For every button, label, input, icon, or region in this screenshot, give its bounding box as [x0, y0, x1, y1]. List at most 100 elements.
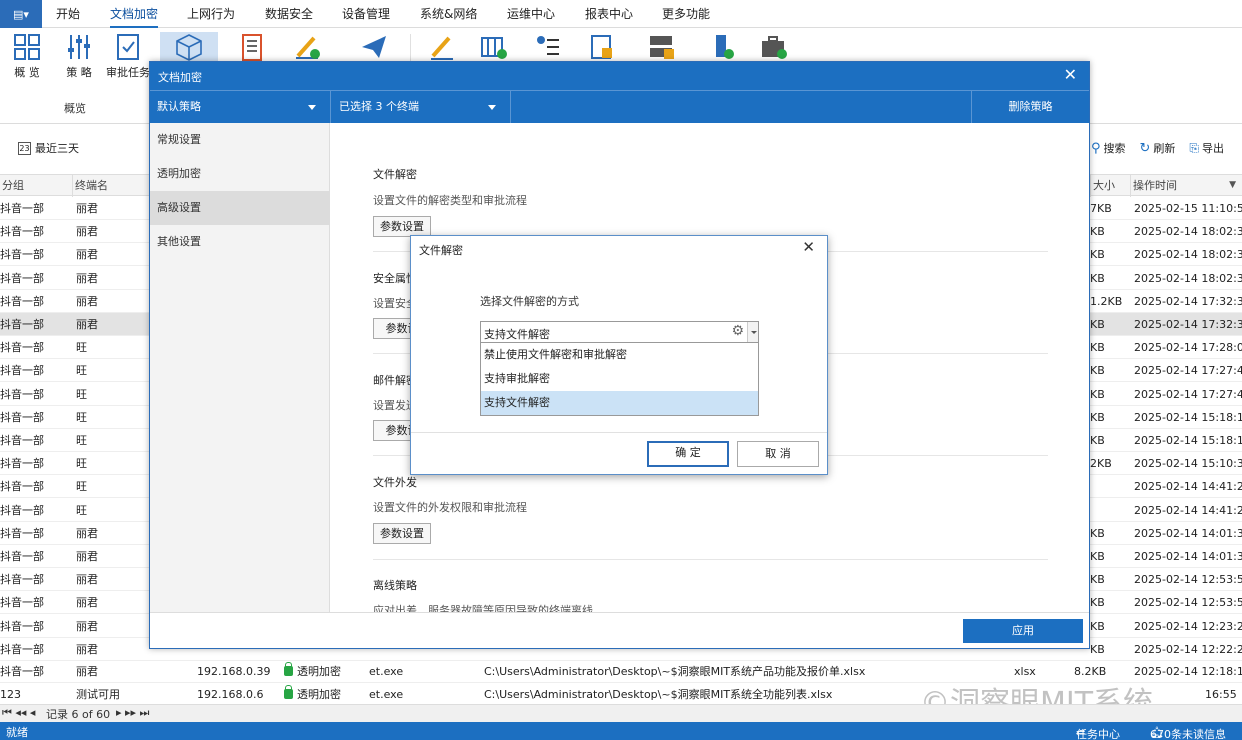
section-title: 文件外发 [373, 476, 417, 489]
decrypt-mode-prompt: 选择文件解密的方式 [480, 295, 579, 308]
cell-group: 抖音一部 [0, 388, 44, 401]
cube-icon [176, 34, 202, 61]
nav-transparent[interactable]: 透明加密 [150, 157, 330, 191]
header-op-time[interactable]: 操作时间 ▼ [1130, 175, 1242, 197]
header-group[interactable]: 分组 [0, 175, 24, 197]
cell-time: 2025-02-14 17:27:44 [1134, 364, 1242, 377]
param-settings-button[interactable]: 参数设置 [373, 216, 431, 237]
menu-report-center[interactable]: 报表中心 [585, 0, 633, 28]
menu-system-network[interactable]: 系统&网络 [420, 0, 477, 28]
search-button[interactable]: ⚲ 搜索 [1091, 140, 1126, 156]
export-label: 导出 [1202, 142, 1224, 155]
pager-next-last[interactable]: ▸ ▸▸ ⏭ [116, 706, 149, 720]
cell-enc: 透明加密 [284, 660, 341, 683]
decrypt-mode-select[interactable]: 支持文件解密 ⚙ [480, 321, 759, 343]
grid-icon [14, 34, 40, 60]
date-range-button[interactable]: 23 最近三天 [18, 140, 79, 156]
file-decrypt-dialog: 文件解密 ✕ 选择文件解密的方式 支持文件解密 ⚙ 禁止使用文件解密和审批解密 … [410, 235, 828, 475]
subdialog-close-icon[interactable]: ✕ [802, 238, 815, 256]
policy-dropdown[interactable]: 默认策略 [150, 91, 331, 123]
option-approval[interactable]: 支持审批解密 [481, 367, 758, 391]
menu-doc-encrypt[interactable]: 文档加密 [110, 0, 159, 28]
section-title: 文件解密 [373, 168, 417, 181]
option-support-decrypt[interactable]: 支持文件解密 [481, 391, 758, 415]
cancel-button[interactable]: 取 消 [737, 441, 819, 467]
tool-policy[interactable]: 策 略 [57, 32, 101, 82]
briefcase-shield-icon [762, 36, 787, 59]
cell-size: KB [1090, 248, 1105, 261]
export-button[interactable]: ⎘ 导出 [1189, 140, 1224, 156]
option-forbid[interactable]: 禁止使用文件解密和审批解密 [481, 343, 758, 367]
cell-time: 2025-02-14 12:53:55 [1134, 573, 1242, 586]
cell-size: KB [1090, 573, 1105, 586]
nav-advanced[interactable]: 高级设置 [150, 191, 330, 225]
menu-internet-behavior[interactable]: 上网行为 [187, 0, 235, 28]
gear-icon[interactable]: ⚙ [731, 323, 744, 339]
cell-terminal: 丽君 [76, 248, 98, 261]
tool-approval[interactable]: 审批任务 [106, 32, 150, 82]
chevron-down-icon[interactable] [747, 322, 758, 342]
nav-other[interactable]: 其他设置 [150, 225, 330, 259]
menu-more[interactable]: 更多功能 [662, 0, 710, 28]
cell-time: 2025-02-14 17:32:34 [1134, 318, 1242, 331]
pager-first-prev[interactable]: ⏮ ◂◂ ◂ [2, 706, 35, 720]
firewall-shield-icon [481, 37, 507, 59]
nav-general[interactable]: 常规设置 [150, 123, 330, 157]
header-size[interactable]: 大小 [1090, 175, 1115, 197]
menu-data-security[interactable]: 数据安全 [265, 0, 313, 28]
pager-record-count: 记录 6 of 60 [46, 708, 111, 721]
dialog-close-icon[interactable]: ✕ [1064, 65, 1077, 84]
paper-plane-icon [362, 36, 386, 58]
pencil-chart-icon [296, 36, 320, 59]
cell-size: KB [1090, 388, 1105, 401]
cell-size: KB [1090, 596, 1105, 609]
cell-terminal: 丽君 [76, 550, 98, 563]
ssd-lock-icon [591, 35, 612, 59]
decrypt-mode-value: 支持文件解密 [484, 328, 550, 341]
menu-ops-center[interactable]: 运维中心 [507, 0, 555, 28]
cell-size: KB [1090, 411, 1105, 424]
cell-size: 1.2KB [1090, 295, 1123, 308]
cell-terminal: 旺 [76, 434, 87, 447]
cell-terminal: 丽君 [76, 295, 98, 308]
cell-group: 抖音一部 [0, 573, 44, 586]
cell-process: et.exe [369, 665, 404, 678]
dialog-titlebar: 文档加密 ✕ [150, 62, 1089, 90]
refresh-label: 刷新 [1153, 142, 1176, 155]
ok-button[interactable]: 确 定 [647, 441, 729, 467]
terminal-selector[interactable]: 已选择 3 个终端 [331, 91, 511, 123]
cell-group: 抖音一部 [0, 295, 44, 308]
cell-time: 2025-02-14 15:10:38 [1134, 457, 1242, 470]
cell-time: 2025-02-14 14:01:30 [1134, 527, 1242, 540]
param-settings-button[interactable]: 参数设置 [373, 523, 431, 544]
cell-terminal: 丽君 [76, 318, 98, 331]
menu-device-mgmt[interactable]: 设备管理 [342, 0, 390, 28]
cell-terminal: 丽君 [76, 272, 98, 285]
section-desc: 设置文件的外发权限和审批流程 [373, 501, 527, 514]
refresh-button[interactable]: ↻ 刷新 [1139, 140, 1175, 156]
dialog-policy-bar: 默认策略 已选择 3 个终端 删除策略 [150, 90, 1089, 123]
cell-group: 抖音一部 [0, 318, 44, 331]
cell-time: 2025-02-14 15:18:12 [1134, 434, 1242, 447]
subdialog-title: 文件解密 [419, 244, 463, 257]
cell-terminal: 丽君 [76, 620, 98, 633]
cell-size: KB [1090, 434, 1105, 447]
app-menu-button[interactable]: ▤▾ [0, 0, 42, 28]
cell-time: 2025-02-14 18:02:32 [1134, 248, 1242, 261]
decrypt-mode-options: 禁止使用文件解密和审批解密 支持审批解密 支持文件解密 [480, 343, 759, 416]
menu-start[interactable]: 开始 [56, 0, 80, 28]
cell-time: 2025-02-14 17:32:37 [1134, 295, 1242, 308]
cell-time: 2025-02-14 14:01:30 [1134, 550, 1242, 563]
cell-size: KB [1090, 341, 1105, 354]
apply-button[interactable]: 应用 [963, 619, 1083, 643]
delete-policy-button[interactable]: 删除策略 [971, 91, 1089, 123]
header-terminal[interactable]: 终端名 [72, 175, 108, 197]
cell-terminal: 旺 [76, 341, 87, 354]
cell-group: 抖音一部 [0, 527, 44, 540]
tool-overview[interactable]: 概 览 [5, 32, 49, 82]
server-lock-icon [650, 36, 674, 59]
cell-size: KB [1090, 620, 1105, 633]
sliders-icon [68, 35, 90, 59]
document-list-icon [242, 34, 262, 61]
tool-overview-label: 概 览 [14, 66, 40, 79]
